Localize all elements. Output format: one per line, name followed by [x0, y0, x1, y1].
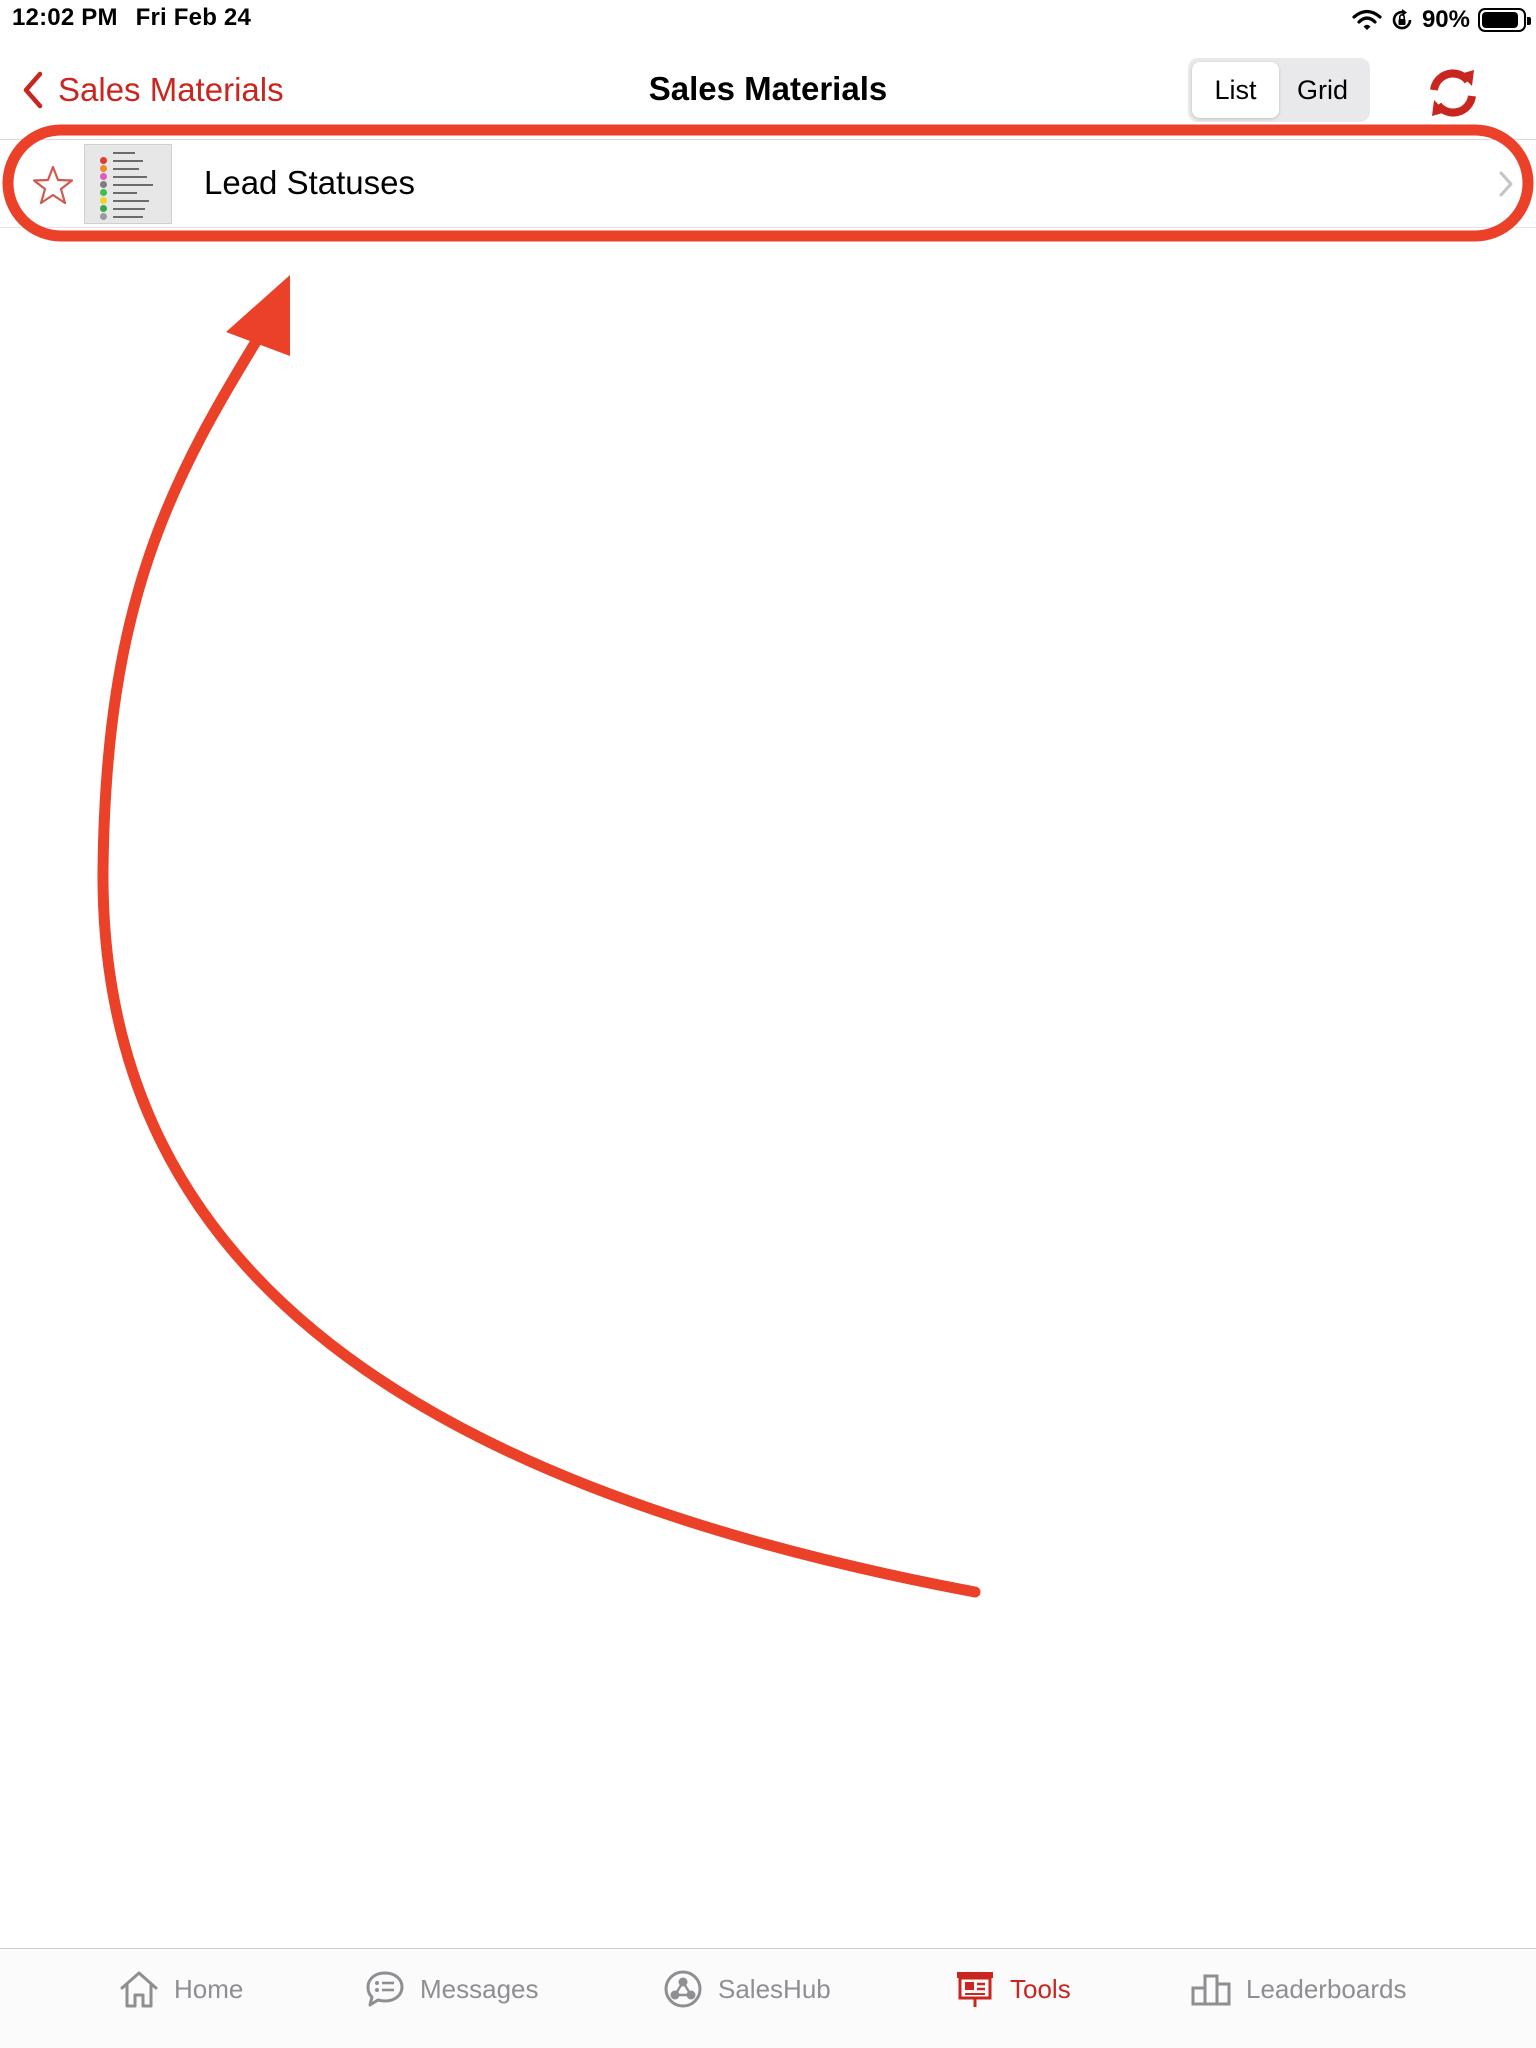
tab-label: Tools [1010, 1973, 1071, 2004]
orientation-lock-icon [1392, 9, 1412, 30]
tab-home[interactable]: Home [118, 1965, 243, 2013]
battery-tip [1527, 17, 1531, 25]
view-option-list[interactable]: List [1192, 62, 1279, 118]
messages-icon [366, 1971, 404, 2007]
screen: 12:02 PM Fri Feb 24 90% Sales Materials … [0, 0, 1536, 2048]
battery-percent: 90% [1421, 6, 1470, 33]
chevron-left-icon [23, 71, 43, 109]
wifi-icon [1352, 9, 1382, 30]
leaderboards-icon [1191, 1974, 1231, 2006]
status-time-date: 12:02 PM Fri Feb 24 [12, 4, 251, 32]
document-thumbnail [84, 144, 172, 224]
tab-label: Messages [420, 1973, 539, 2004]
view-option-grid[interactable]: Grid [1279, 62, 1366, 118]
refresh-icon[interactable] [1426, 66, 1480, 120]
tab-label: Home [174, 1973, 244, 2004]
status-time: 12:02 PM [12, 4, 118, 31]
annotation-overlay [2, 124, 1534, 1598]
tab-label: Leaderboards [1246, 1973, 1407, 2004]
tab-leaderboards[interactable]: Leaderboards [1190, 1965, 1406, 2013]
star-icon[interactable] [32, 164, 74, 206]
status-date: Fri Feb 24 [135, 4, 252, 31]
home-icon [120, 1971, 158, 2008]
back-button[interactable]: Sales Materials [22, 68, 284, 112]
status-indicators: 90% [1352, 6, 1531, 34]
tab-saleshub[interactable]: SalesHub [662, 1965, 831, 2013]
chevron-right-icon [1499, 171, 1513, 197]
tab-tools[interactable]: Tools [954, 1965, 1071, 2013]
annotation-arrowhead [226, 275, 290, 356]
tab-bar: Home Messages SalesHub Tools Leaderboard… [0, 1948, 1536, 2048]
view-mode-segmented-control: List Grid [1188, 58, 1370, 122]
list-item-lead-statuses[interactable]: Lead Statuses [0, 140, 1536, 228]
back-button-label: Sales Materials [58, 71, 284, 108]
status-bar: 12:02 PM Fri Feb 24 90% [0, 0, 1536, 40]
tab-label: SalesHub [718, 1973, 831, 2004]
tab-messages[interactable]: Messages [364, 1965, 539, 2013]
battery-icon [1478, 8, 1531, 32]
saleshub-icon [664, 1970, 702, 2008]
annotation-curved-arrow [97, 316, 981, 1598]
tools-icon [957, 1972, 993, 2007]
navigation-bar: Sales Materials Sales Materials List Gri… [0, 48, 1536, 140]
battery-fill [1482, 12, 1518, 28]
list-item-label: Lead Statuses [204, 164, 415, 201]
